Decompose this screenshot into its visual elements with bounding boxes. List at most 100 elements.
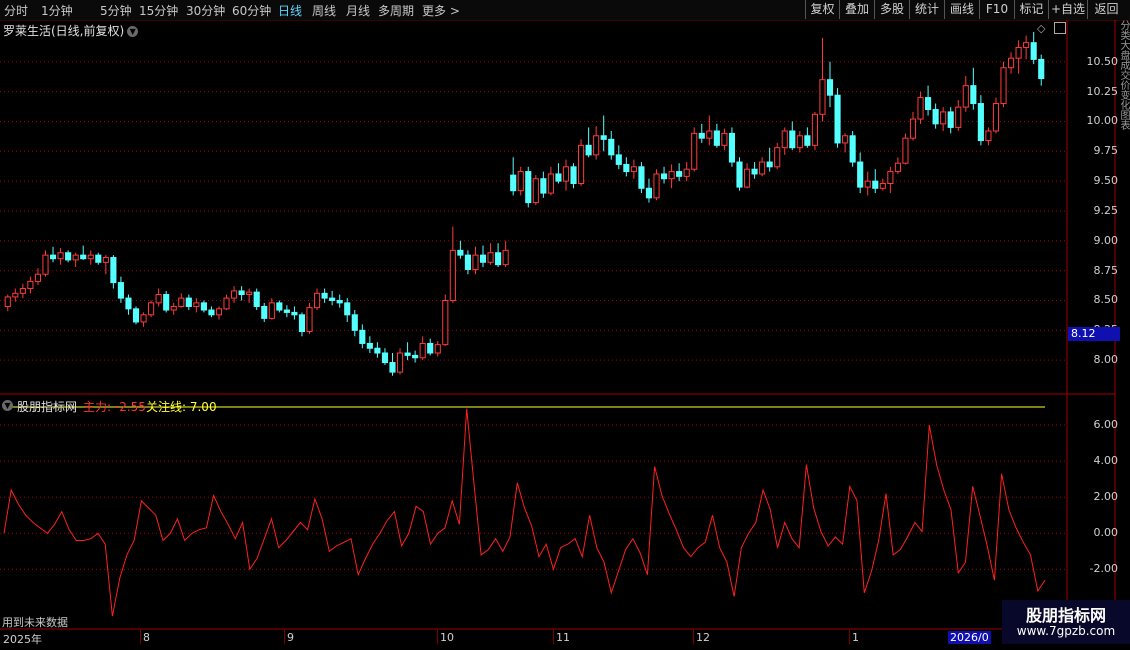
- candle-up: [42, 254, 49, 275]
- candle-down: [261, 305, 268, 319]
- main-force-line: [3, 408, 1046, 617]
- candle-down: [495, 252, 502, 266]
- candle-down: [298, 314, 306, 333]
- candle-up: [27, 280, 34, 290]
- x-separator: [553, 630, 554, 644]
- candle-down: [608, 138, 615, 156]
- indicator-menu-icon[interactable]: ▼: [2, 400, 13, 411]
- x-tick-label: 8: [143, 631, 150, 644]
- candle-up: [894, 162, 901, 173]
- candle-down: [615, 154, 622, 165]
- watermark-url: www.7gpzb.com: [1016, 624, 1116, 638]
- candle-down: [238, 290, 245, 296]
- candle-up: [193, 302, 200, 307]
- candle-up: [864, 180, 871, 188]
- candle-down: [676, 171, 683, 177]
- indicator-name[interactable]: 股朋指标网: [17, 398, 77, 415]
- candle-up: [955, 106, 962, 128]
- candle-down: [1038, 58, 1045, 79]
- y-tick-label: 10.25: [1086, 84, 1119, 98]
- candle-down: [117, 282, 124, 299]
- y-tick-label: -2.00: [1089, 562, 1118, 576]
- candle-down: [645, 187, 653, 199]
- watermark-title: 股朋指标网: [1025, 606, 1106, 625]
- candle-up: [396, 352, 404, 373]
- candle-up: [223, 297, 230, 310]
- y-tick-label: 8.75: [1093, 263, 1119, 277]
- candle-up: [759, 161, 766, 175]
- y-tick-label: 10.00: [1086, 114, 1119, 128]
- candle-up: [796, 135, 803, 149]
- candle-up: [721, 132, 728, 146]
- candle-down: [698, 132, 705, 139]
- candle-up: [743, 168, 751, 188]
- candle-down: [623, 163, 630, 173]
- candle-up: [668, 171, 675, 180]
- candle-down: [540, 178, 547, 194]
- x-separator: [140, 630, 141, 644]
- candle-up: [87, 254, 94, 260]
- candle-down: [510, 174, 517, 192]
- candle-down: [200, 302, 207, 311]
- y-tick-label: 10.50: [1086, 54, 1119, 68]
- y-tick-label: 9.50: [1093, 174, 1119, 188]
- candle-up: [683, 168, 690, 177]
- candle-down: [932, 109, 939, 125]
- candle-down: [766, 161, 773, 168]
- candle-down: [849, 135, 856, 163]
- candle-up: [170, 305, 177, 311]
- candle-down: [585, 144, 592, 156]
- candle-up: [178, 297, 185, 307]
- candle-down: [125, 297, 132, 310]
- y-tick-label: 9.75: [1093, 144, 1119, 158]
- candle-down: [970, 85, 977, 105]
- y-tick-label: 8.00: [1093, 353, 1119, 367]
- candle-down: [185, 297, 192, 307]
- candle-up: [781, 130, 788, 149]
- candle-down: [374, 347, 381, 354]
- candle-down: [600, 135, 607, 140]
- x-separator: [284, 630, 285, 644]
- candle-down: [80, 254, 87, 260]
- candle-down: [389, 362, 396, 373]
- candle-up: [917, 97, 924, 120]
- candle-up: [148, 302, 155, 316]
- candle-up: [902, 137, 909, 164]
- candle-down: [947, 111, 954, 128]
- candle-down: [404, 352, 411, 356]
- candle-down: [834, 94, 841, 144]
- candle-up: [231, 290, 238, 299]
- candle-up: [992, 103, 1000, 132]
- candle-up: [72, 254, 79, 261]
- x-separator: [437, 630, 438, 644]
- candle-down: [977, 103, 984, 142]
- candle-down: [570, 166, 577, 185]
- candle-up: [1023, 42, 1030, 48]
- candle-up: [547, 173, 554, 194]
- y-tick-label: 8.50: [1093, 293, 1119, 307]
- x-tick-label: 10: [440, 631, 454, 644]
- y-tick-label: 4.00: [1093, 454, 1119, 468]
- candle-down: [381, 352, 389, 364]
- candle-down: [95, 254, 102, 263]
- candle-down: [857, 161, 864, 188]
- candle-down: [427, 342, 434, 354]
- indicator-watch-value: 关注线: 7.00: [146, 400, 217, 414]
- candle-up: [1015, 46, 1022, 59]
- candle-up: [811, 113, 818, 146]
- candlestick-chart: [0, 20, 1116, 630]
- candle-up: [562, 166, 570, 182]
- candle-up: [532, 178, 539, 204]
- candle-down: [132, 308, 140, 323]
- candle-up: [434, 344, 441, 354]
- candle-down: [276, 302, 283, 311]
- candle-down: [464, 254, 471, 270]
- current-price-tag: 8.12: [1068, 327, 1120, 341]
- y-tick-label: 2.00: [1093, 490, 1119, 504]
- x-cursor-label: 2026/0: [948, 631, 991, 644]
- candle-up: [1007, 57, 1015, 69]
- side-panel-text[interactable]: 分类大盘成交价变化图表: [1115, 20, 1130, 390]
- candle-down: [872, 180, 879, 189]
- candle-up: [887, 171, 894, 185]
- candle-up: [19, 288, 26, 294]
